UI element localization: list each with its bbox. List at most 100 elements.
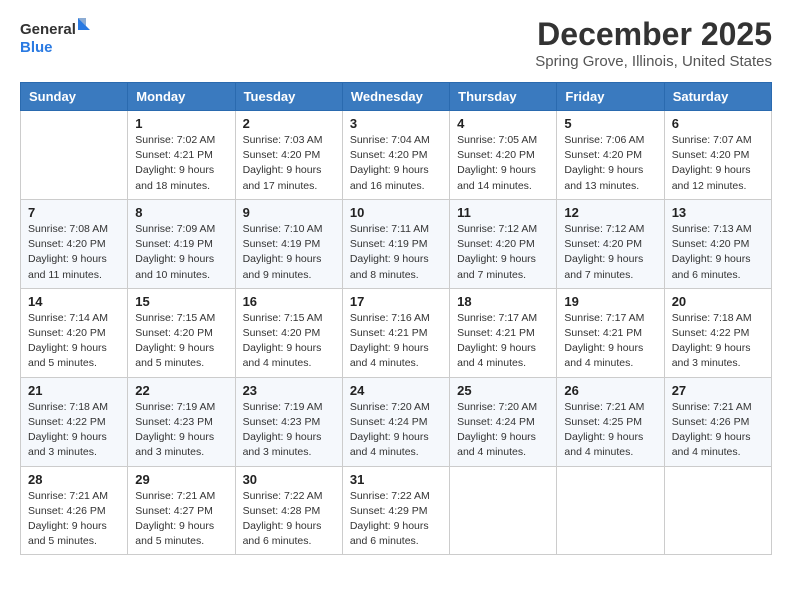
subtitle: Spring Grove, Illinois, United States [535,53,772,70]
calendar-cell: 25Sunrise: 7:20 AMSunset: 4:24 PMDayligh… [450,377,557,466]
calendar-cell: 9Sunrise: 7:10 AMSunset: 4:19 PMDaylight… [235,199,342,288]
col-header-saturday: Saturday [664,83,771,111]
calendar-table: SundayMondayTuesdayWednesdayThursdayFrid… [20,82,772,555]
day-number: 20 [672,294,764,309]
day-number: 3 [350,116,442,131]
day-info: Sunrise: 7:19 AMSunset: 4:23 PMDaylight:… [135,400,227,461]
day-info: Sunrise: 7:17 AMSunset: 4:21 PMDaylight:… [564,311,656,372]
day-info: Sunrise: 7:14 AMSunset: 4:20 PMDaylight:… [28,311,120,372]
logo: General Blue [20,16,90,60]
calendar-week-row: 28Sunrise: 7:21 AMSunset: 4:26 PMDayligh… [21,466,772,555]
day-info: Sunrise: 7:08 AMSunset: 4:20 PMDaylight:… [28,222,120,283]
col-header-friday: Friday [557,83,664,111]
calendar-cell: 20 Sunrise: 7:18 AMSunset: 4:22 PMDayligh… [664,288,771,377]
title-block: December 2025 Spring Grove, Illinois, Un… [535,16,772,70]
day-info: Sunrise: 7:09 AMSunset: 4:19 PMDaylight:… [135,222,227,283]
calendar-cell: 3 Sunrise: 7:04 AMSunset: 4:20 PMDaylight… [342,111,449,200]
calendar-header-row: SundayMondayTuesdayWednesdayThursdayFrid… [21,83,772,111]
day-info: Sunrise: 7:13 AMSunset: 4:20 PMDaylight:… [672,222,764,283]
day-info: Sunrise: 7:20 AMSunset: 4:24 PMDaylight:… [350,400,442,461]
calendar-week-row: 14 Sunrise: 7:14 AMSunset: 4:20 PMDayligh… [21,288,772,377]
day-info: Sunrise: 7:12 AMSunset: 4:20 PMDaylight:… [564,222,656,283]
day-info: Sunrise: 7:16 AMSunset: 4:21 PMDaylight:… [350,311,442,372]
day-number: 14 [28,294,120,309]
day-number: 21 [28,383,120,398]
calendar-cell: 14 Sunrise: 7:14 AMSunset: 4:20 PMDayligh… [21,288,128,377]
day-info: Sunrise: 7:22 AMSunset: 4:28 PMDaylight:… [243,489,335,550]
svg-text:General: General [20,21,76,38]
day-info: Sunrise: 7:17 AMSunset: 4:21 PMDaylight:… [457,311,549,372]
day-number: 29 [135,472,227,487]
svg-text:Blue: Blue [20,39,53,56]
day-info: Sunrise: 7:18 AMSunset: 4:22 PMDaylight:… [672,311,764,372]
day-info: Sunrise: 7:15 AMSunset: 4:20 PMDaylight:… [243,311,335,372]
col-header-tuesday: Tuesday [235,83,342,111]
day-number: 16 [243,294,335,309]
calendar-cell [21,111,128,200]
calendar-cell: 1Sunrise: 7:02 AMSunset: 4:21 PMDaylight… [128,111,235,200]
day-number: 9 [243,205,335,220]
calendar-cell [664,466,771,555]
calendar-cell: 24 Sunrise: 7:20 AMSunset: 4:24 PMDayligh… [342,377,449,466]
day-number: 7 [28,205,120,220]
calendar-week-row: 7 Sunrise: 7:08 AMSunset: 4:20 PMDaylight… [21,199,772,288]
day-info: Sunrise: 7:19 AMSunset: 4:23 PMDaylight:… [243,400,335,461]
day-number: 23 [243,383,335,398]
day-number: 6 [672,116,764,131]
day-number: 17 [350,294,442,309]
day-number: 24 [350,383,442,398]
day-number: 13 [672,205,764,220]
col-header-thursday: Thursday [450,83,557,111]
day-info: Sunrise: 7:04 AMSunset: 4:20 PMDaylight:… [350,133,442,194]
day-info: Sunrise: 7:15 AMSunset: 4:20 PMDaylight:… [135,311,227,372]
calendar-cell: 18 Sunrise: 7:17 AMSunset: 4:21 PMDayligh… [450,288,557,377]
calendar-cell [557,466,664,555]
day-number: 4 [457,116,549,131]
calendar-cell: 10 Sunrise: 7:11 AMSunset: 4:19 PMDayligh… [342,199,449,288]
calendar-cell: 22 Sunrise: 7:19 AMSunset: 4:23 PMDayligh… [128,377,235,466]
calendar-week-row: 1Sunrise: 7:02 AMSunset: 4:21 PMDaylight… [21,111,772,200]
calendar-cell: 29 Sunrise: 7:21 AMSunset: 4:27 PMDayligh… [128,466,235,555]
col-header-sunday: Sunday [21,83,128,111]
day-number: 11 [457,205,549,220]
calendar-cell: 15Sunrise: 7:15 AMSunset: 4:20 PMDayligh… [128,288,235,377]
calendar-cell: 6Sunrise: 7:07 AMSunset: 4:20 PMDaylight… [664,111,771,200]
day-info: Sunrise: 7:21 AMSunset: 4:27 PMDaylight:… [135,489,227,550]
calendar-cell: 26 Sunrise: 7:21 AMSunset: 4:25 PMDayligh… [557,377,664,466]
day-number: 8 [135,205,227,220]
day-number: 26 [564,383,656,398]
day-number: 22 [135,383,227,398]
col-header-monday: Monday [128,83,235,111]
calendar-cell: 31 Sunrise: 7:22 AMSunset: 4:29 PMDayligh… [342,466,449,555]
calendar-cell: 13 Sunrise: 7:13 AMSunset: 4:20 PMDayligh… [664,199,771,288]
calendar-cell: 7 Sunrise: 7:08 AMSunset: 4:20 PMDaylight… [21,199,128,288]
day-number: 30 [243,472,335,487]
calendar-cell: 19Sunrise: 7:17 AMSunset: 4:21 PMDayligh… [557,288,664,377]
day-info: Sunrise: 7:11 AMSunset: 4:19 PMDaylight:… [350,222,442,283]
day-number: 10 [350,205,442,220]
calendar-cell: 27Sunrise: 7:21 AMSunset: 4:26 PMDayligh… [664,377,771,466]
calendar-week-row: 21Sunrise: 7:18 AMSunset: 4:22 PMDayligh… [21,377,772,466]
day-info: Sunrise: 7:22 AMSunset: 4:29 PMDaylight:… [350,489,442,550]
logo-svg: General Blue [20,16,90,60]
day-info: Sunrise: 7:02 AMSunset: 4:21 PMDaylight:… [135,133,227,194]
day-number: 18 [457,294,549,309]
calendar-cell: 4Sunrise: 7:05 AMSunset: 4:20 PMDaylight… [450,111,557,200]
calendar-cell: 2 Sunrise: 7:03 AMSunset: 4:20 PMDaylight… [235,111,342,200]
day-info: Sunrise: 7:03 AMSunset: 4:20 PMDaylight:… [243,133,335,194]
day-number: 2 [243,116,335,131]
calendar-cell: 11Sunrise: 7:12 AMSunset: 4:20 PMDayligh… [450,199,557,288]
calendar-cell: 5 Sunrise: 7:06 AMSunset: 4:20 PMDaylight… [557,111,664,200]
day-number: 31 [350,472,442,487]
day-number: 27 [672,383,764,398]
col-header-wednesday: Wednesday [342,83,449,111]
calendar-cell: 30 Sunrise: 7:22 AMSunset: 4:28 PMDayligh… [235,466,342,555]
day-info: Sunrise: 7:06 AMSunset: 4:20 PMDaylight:… [564,133,656,194]
calendar-cell: 8 Sunrise: 7:09 AMSunset: 4:19 PMDaylight… [128,199,235,288]
calendar-cell: 21Sunrise: 7:18 AMSunset: 4:22 PMDayligh… [21,377,128,466]
calendar-cell [450,466,557,555]
day-info: Sunrise: 7:21 AMSunset: 4:25 PMDaylight:… [564,400,656,461]
day-number: 25 [457,383,549,398]
day-number: 5 [564,116,656,131]
calendar-cell: 23 Sunrise: 7:19 AMSunset: 4:23 PMDayligh… [235,377,342,466]
